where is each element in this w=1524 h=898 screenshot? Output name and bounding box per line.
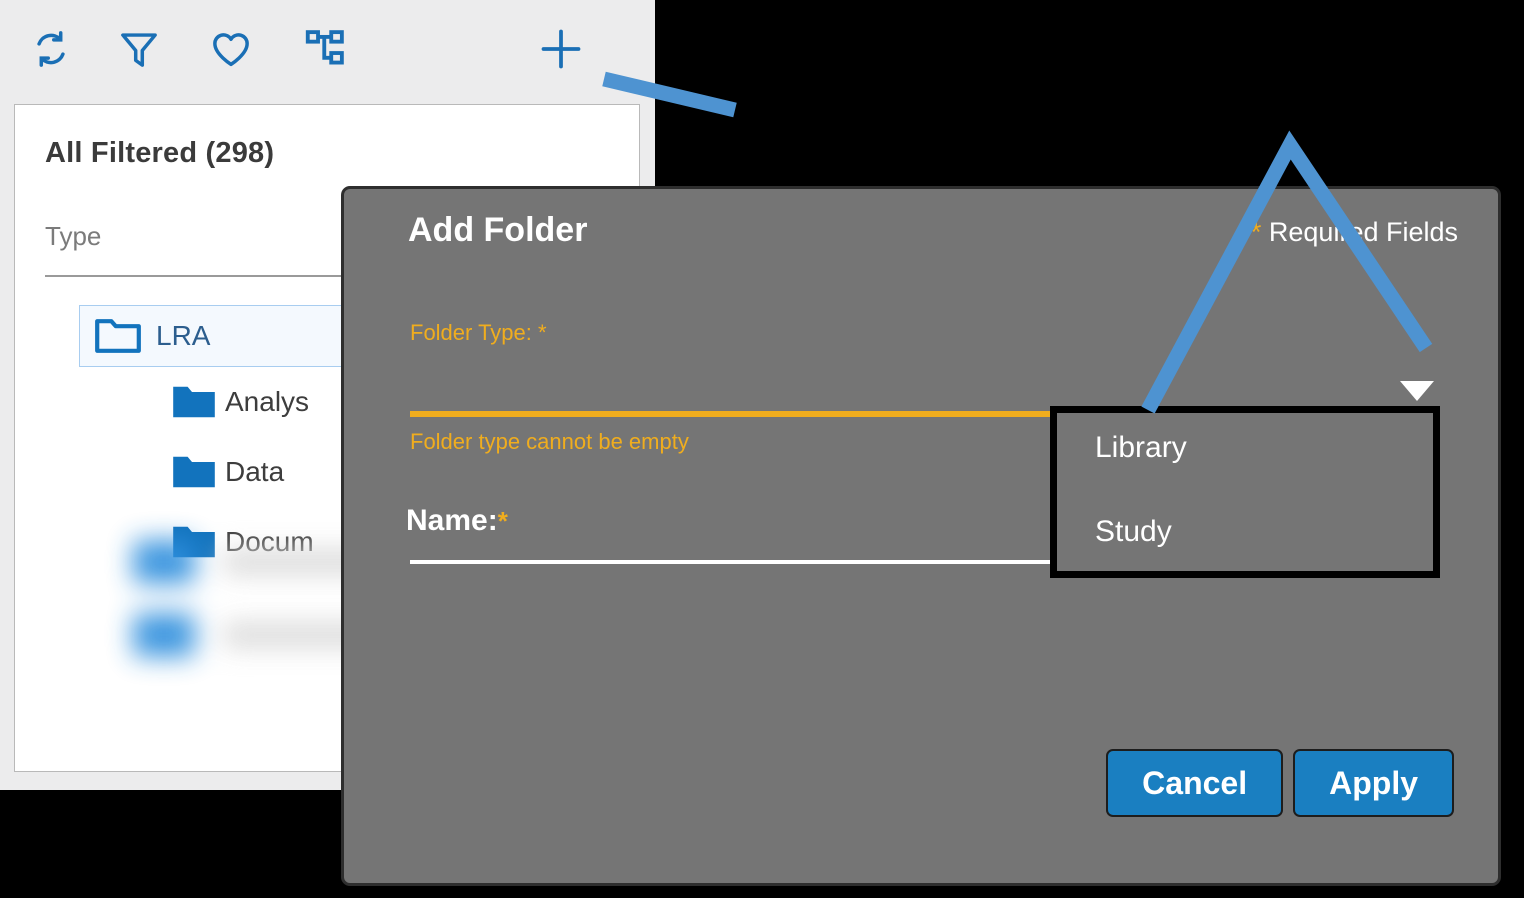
- folder-type-error: Folder type cannot be empty: [410, 429, 689, 454]
- folder-filled-icon: [163, 452, 225, 492]
- required-asterisk: *: [1250, 217, 1262, 247]
- name-label-text: Name:: [406, 504, 498, 537]
- folder-type-dropdown-menu: Library Study: [1050, 406, 1440, 578]
- add-icon[interactable]: [536, 24, 586, 74]
- dialog-title: Add Folder: [408, 211, 588, 249]
- dropdown-option-study[interactable]: Study: [1095, 515, 1172, 549]
- required-fields-label: Required Fields: [1268, 217, 1458, 247]
- page-title: All Filtered (298): [45, 137, 275, 169]
- refresh-icon[interactable]: [26, 24, 76, 74]
- heart-icon[interactable]: [206, 24, 256, 74]
- toolbar: [0, 0, 655, 96]
- required-fields-note: * Required Fields: [1251, 217, 1458, 248]
- folder-filled-icon: [133, 612, 195, 657]
- tree-item-label: Data: [225, 456, 285, 487]
- folder-outline-icon: [80, 316, 156, 356]
- screenshot-root: All Filtered (298) Type LRA Analys Data …: [0, 0, 1524, 898]
- tree-item-label: Analys: [225, 386, 310, 417]
- type-column-header: Type: [45, 221, 102, 251]
- tree-item-label: LRA: [156, 320, 211, 351]
- folder-filled-icon: [133, 539, 195, 584]
- hierarchy-icon[interactable]: [300, 24, 350, 74]
- required-asterisk: *: [497, 506, 508, 536]
- filter-icon[interactable]: [114, 24, 164, 74]
- dropdown-option-library[interactable]: Library: [1095, 431, 1187, 465]
- folder-filled-icon: [163, 382, 225, 422]
- dialog-actions: Cancel Apply: [1106, 749, 1454, 817]
- folder-type-label: Folder Type: *: [410, 320, 547, 345]
- cancel-button[interactable]: Cancel: [1106, 749, 1284, 817]
- chevron-down-icon[interactable]: [1400, 381, 1434, 401]
- apply-button[interactable]: Apply: [1293, 749, 1454, 817]
- name-label: Name:*: [406, 504, 508, 538]
